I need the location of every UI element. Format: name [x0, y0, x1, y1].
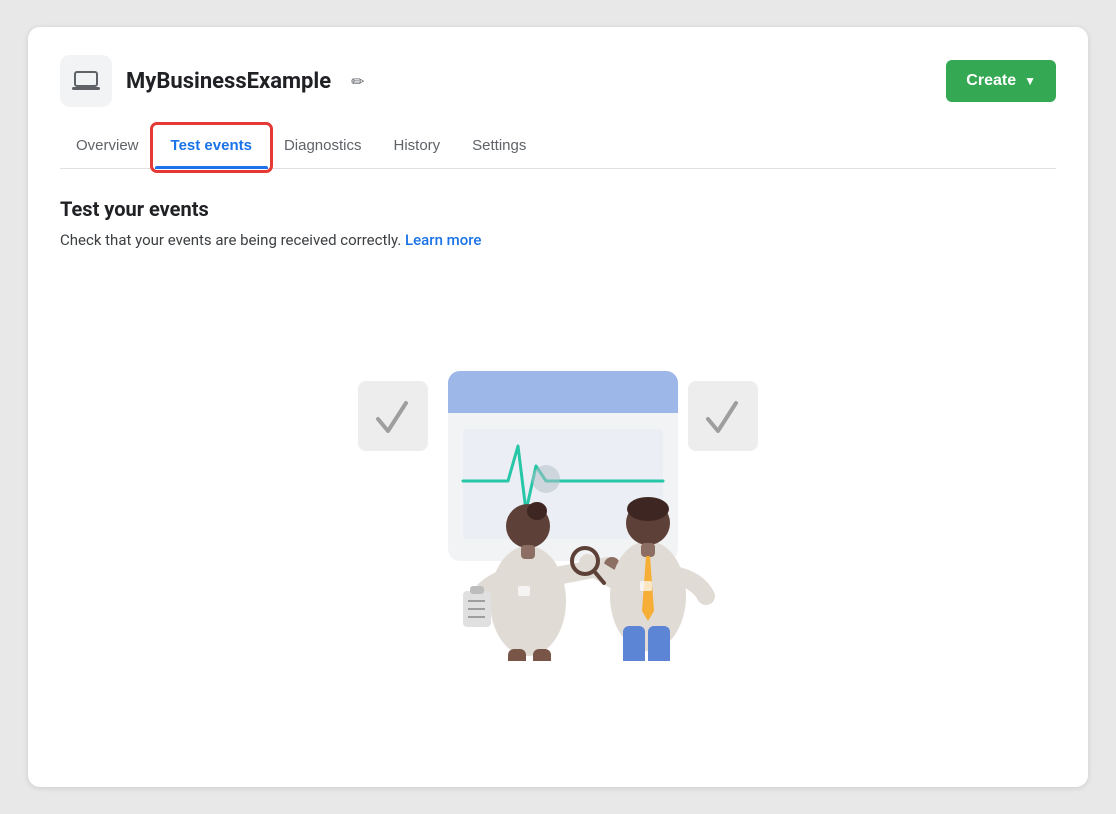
- tab-history[interactable]: History: [378, 127, 457, 168]
- tab-overview[interactable]: Overview: [60, 127, 155, 168]
- laptop-icon: [72, 70, 100, 92]
- section-desc-text: Check that your events are being receive…: [60, 231, 401, 249]
- tab-test-events[interactable]: Test events: [155, 127, 268, 168]
- create-caret-icon: ▼: [1024, 74, 1036, 88]
- edit-icon[interactable]: ✏: [351, 72, 364, 91]
- main-card: MyBusinessExample ✏ Create ▼ Overview Te…: [28, 27, 1088, 787]
- nav-tabs: Overview Test events Diagnostics History…: [60, 127, 1056, 169]
- header-row: MyBusinessExample ✏ Create ▼: [60, 55, 1056, 107]
- main-content: Test your events Check that your events …: [60, 197, 1056, 661]
- section-title: Test your events: [60, 197, 1056, 221]
- app-title: MyBusinessExample: [126, 69, 331, 94]
- illustration-area: [60, 281, 1056, 661]
- create-label: Create: [966, 72, 1016, 90]
- header-left: MyBusinessExample ✏: [60, 55, 365, 107]
- create-button[interactable]: Create ▼: [946, 60, 1056, 102]
- app-icon-box: [60, 55, 112, 107]
- illustration-svg: [298, 281, 818, 661]
- tab-diagnostics[interactable]: Diagnostics: [268, 127, 378, 168]
- section-desc: Check that your events are being receive…: [60, 231, 1056, 249]
- tab-settings[interactable]: Settings: [456, 127, 542, 168]
- learn-more-link[interactable]: Learn more: [405, 231, 481, 249]
